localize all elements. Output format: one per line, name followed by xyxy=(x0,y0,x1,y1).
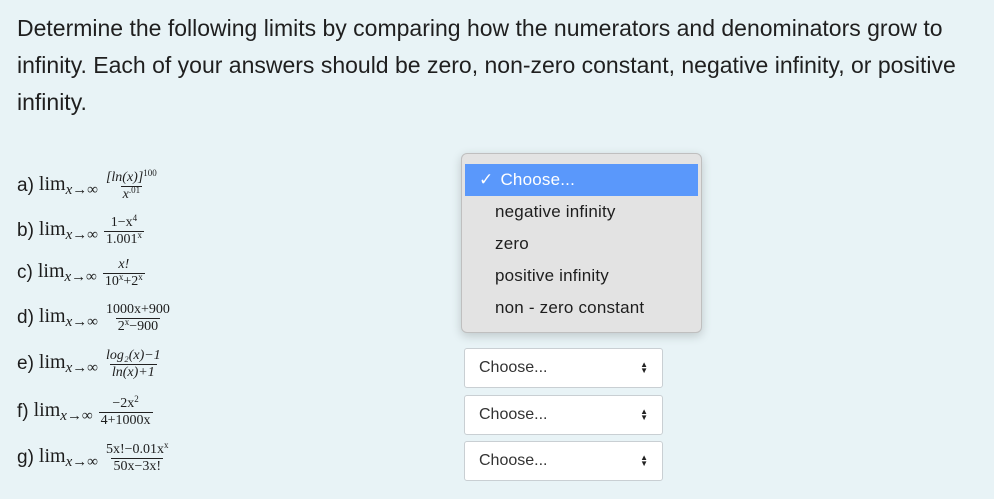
dropdown-option-negative-infinity[interactable]: negative infinity xyxy=(462,196,701,228)
limit-fraction: 5x!−0.01xx 50x−3x! xyxy=(105,439,169,474)
checkmark-icon: ✓ xyxy=(479,170,494,189)
limit-operator: limx→∞ xyxy=(38,445,98,470)
select-value: Choose... xyxy=(479,406,548,423)
select-value: Choose... xyxy=(479,452,548,469)
updown-arrows-icon: ▲ ▼ xyxy=(640,360,648,375)
limit-operator: limx→∞ xyxy=(38,173,98,198)
limit-fraction: 1000x+900 2x−900 xyxy=(105,301,170,334)
problem-label: e) xyxy=(17,353,34,374)
answer-select-g[interactable]: Choose... ▲ ▼ xyxy=(464,441,663,481)
limit-fraction: 1−x4 1.001x xyxy=(103,212,144,247)
instructions: Determine the following limits by compar… xyxy=(17,15,956,115)
problem-label: a) xyxy=(17,175,34,196)
select-value: Choose... xyxy=(479,359,548,376)
problem-label: d) xyxy=(17,307,34,328)
dropdown-option-nonzero-constant[interactable]: non - zero constant xyxy=(462,292,701,324)
dropdown-option-choose[interactable]: ✓ Choose... xyxy=(465,164,698,196)
dropdown-option-zero[interactable]: zero xyxy=(462,228,701,260)
updown-arrows-icon: ▲ ▼ xyxy=(640,407,648,422)
limit-operator: limx→∞ xyxy=(37,260,97,285)
answer-select-e[interactable]: Choose... ▲ ▼ xyxy=(464,348,663,388)
limit-operator: limx→∞ xyxy=(38,218,98,243)
updown-arrows-icon: ▲ ▼ xyxy=(640,453,648,468)
dropdown-option-positive-infinity[interactable]: positive infinity xyxy=(462,260,701,292)
problem-label: g) xyxy=(17,447,34,468)
problem-label: c) xyxy=(17,262,33,283)
answer-select-f[interactable]: Choose... ▲ ▼ xyxy=(464,395,663,435)
answer-dropdown-list[interactable]: ✓ Choose... negative infinity zero posit… xyxy=(461,153,702,333)
limit-fraction: [ln(x)]100 x.01 xyxy=(105,167,157,202)
limit-fraction: x! 10x+2x xyxy=(102,256,145,289)
limit-operator: limx→∞ xyxy=(38,351,98,376)
limit-operator: limx→∞ xyxy=(38,305,98,330)
problem-label: f) xyxy=(17,401,29,422)
problem-label: b) xyxy=(17,220,34,241)
limit-fraction: −2x2 4+1000x xyxy=(98,393,153,428)
limit-operator: limx→∞ xyxy=(33,399,93,424)
limit-fraction: log₂(x)−1 ln(x)+1 xyxy=(105,347,161,380)
